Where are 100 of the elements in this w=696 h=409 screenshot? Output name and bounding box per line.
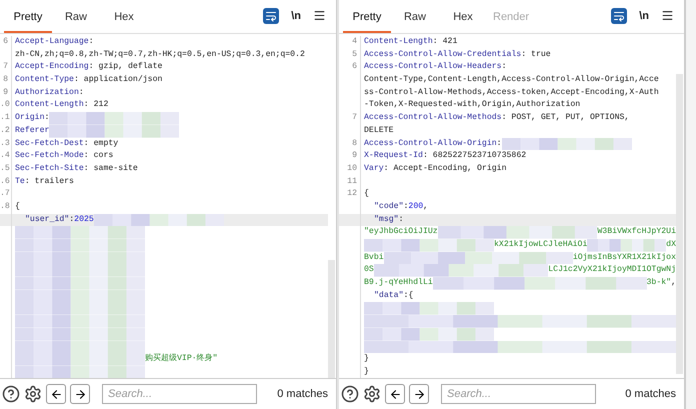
json-string: B9.j-qYeHhdlLi (364, 277, 433, 290)
match-count: 0 matches (625, 386, 677, 402)
code-text: zh-CN,zh;q=0.8,zh-TW;q=0.7,zh-HK;q=0.5,en-US;q=0.3,en;q=0.2 (15, 48, 305, 61)
line-number: 10 (347, 164, 357, 173)
json-string: "eyJhbGciOiJIUz (364, 226, 438, 238)
code-text: : (78, 86, 84, 99)
forward-button[interactable] (409, 384, 429, 404)
header-name: Origin (15, 112, 44, 124)
tab[interactable]: Raw (52, 3, 100, 33)
settings-icon[interactable] (24, 385, 42, 403)
code-text: : true (521, 48, 551, 61)
search-field[interactable]: Search... (441, 384, 596, 404)
header-name: Sec-Fetch-Site (15, 162, 84, 175)
code-text: : (502, 61, 506, 74)
newline-toggle[interactable]: \n (291, 8, 301, 24)
line-number: 8 (352, 138, 357, 148)
scrollbar[interactable] (328, 260, 335, 378)
code-text: { (15, 200, 20, 213)
scrollbar[interactable] (676, 74, 683, 374)
tab[interactable]: Pretty (343, 3, 391, 33)
match-count: 0 matches (277, 386, 329, 402)
code-text: } (364, 366, 369, 378)
code-text: , (423, 200, 428, 213)
code-text: DELETE (364, 124, 394, 137)
line-number: .4 (0, 151, 10, 160)
code-text: : (403, 200, 408, 213)
code-text: : application/json (74, 74, 162, 86)
line-number: 9 (3, 88, 8, 97)
header-name: X-Request-Id (364, 150, 423, 162)
line-number: .6 (0, 176, 10, 186)
tab[interactable]: Hex (439, 3, 487, 33)
search-field[interactable]: Search... (102, 384, 257, 404)
json-string: 0S (364, 264, 374, 276)
line-number: 8 (3, 75, 8, 84)
code-text: : (398, 214, 404, 226)
json-number: 200 (408, 200, 424, 213)
json-key: "user_id" (15, 214, 70, 226)
header-name: Sec-Fetch-Dest (15, 138, 84, 150)
back-button[interactable] (46, 384, 66, 404)
line-number: .3 (0, 138, 10, 148)
forward-button[interactable] (70, 384, 90, 404)
header-name: Vary (364, 162, 384, 175)
line-number: 4 (352, 37, 357, 46)
code-text: { (364, 188, 369, 200)
line-number: .5 (0, 164, 10, 173)
wrap-lines-toggle[interactable] (611, 8, 628, 24)
code-text: ss-Control-Allow-Methods,Access-token,Accept-Encoding,X-Auth (364, 86, 659, 99)
wrap-lines-toggle[interactable] (263, 8, 280, 24)
json-string: iOjmsInBsYXR1X21kIjox (572, 252, 676, 264)
line-number: 9 (352, 151, 357, 160)
code-text: , (671, 277, 676, 290)
line-number: 12 (347, 189, 357, 198)
header-name: Access-Control-Allow-Credentials (364, 48, 522, 61)
header-name: Accept-Encoding (15, 61, 89, 74)
json-string: dX (666, 239, 676, 251)
code-text: : 6825227523710735862 (422, 150, 526, 162)
json-key: "msg" (364, 214, 399, 226)
menu-icon[interactable] (313, 9, 326, 22)
code-text: : (44, 112, 50, 124)
json-string: 3b-k" (646, 277, 672, 290)
json-string: LCJ1c2VyX21kIjoyMDI1OTgwNj (548, 264, 676, 276)
tab[interactable]: Pretty (4, 3, 52, 33)
header-name: Access-Control-Allow-Methods (364, 112, 502, 124)
back-button[interactable] (385, 384, 405, 404)
json-key: "data" (364, 290, 404, 302)
code-text: : trailers (24, 176, 74, 188)
code-text: : gzip, deflate (88, 61, 162, 74)
left-arrow-icon (50, 388, 62, 400)
code-text: : empty (84, 138, 118, 150)
newline-toggle[interactable]: \n (639, 8, 649, 24)
right-arrow-icon (74, 388, 86, 400)
json-string: kX21kIjowLCJleHAiOi (494, 239, 588, 251)
line-number: 7 (352, 113, 357, 122)
json-string: W3BiVWxfcHJpY2Ui (597, 226, 676, 238)
header-name: Content-Length (15, 99, 84, 112)
code-text: -Token,X-Requested-with,Origin,Authorization (364, 99, 580, 112)
json-string: Bvbi (364, 252, 384, 264)
code-text: : cors (84, 150, 114, 162)
header-name: Referer (15, 124, 50, 137)
code-text: : 212 (84, 99, 108, 112)
code-text: } (364, 353, 369, 366)
line-number: 11 (347, 176, 357, 186)
line-number: .8 (0, 202, 10, 211)
code-text: : (69, 214, 74, 226)
line-number: 5 (352, 50, 357, 59)
tab[interactable]: Hex (100, 3, 148, 33)
header-name: Content-Length (364, 36, 433, 48)
line-number: 6 (352, 62, 357, 72)
code-text: : POST, GET, PUT, OPTIONS, (502, 112, 630, 124)
json-key: "code" (364, 200, 404, 214)
help-icon[interactable] (2, 385, 20, 403)
menu-icon[interactable] (661, 9, 674, 22)
line-number: .7 (0, 189, 10, 198)
settings-icon[interactable] (363, 385, 381, 403)
tab[interactable]: Raw (391, 3, 439, 33)
help-icon[interactable] (341, 385, 359, 403)
line-number: .0 (0, 100, 10, 110)
code-text: : same-site (84, 162, 138, 175)
line-number: .1 (0, 113, 10, 122)
header-name: Te (15, 176, 25, 188)
